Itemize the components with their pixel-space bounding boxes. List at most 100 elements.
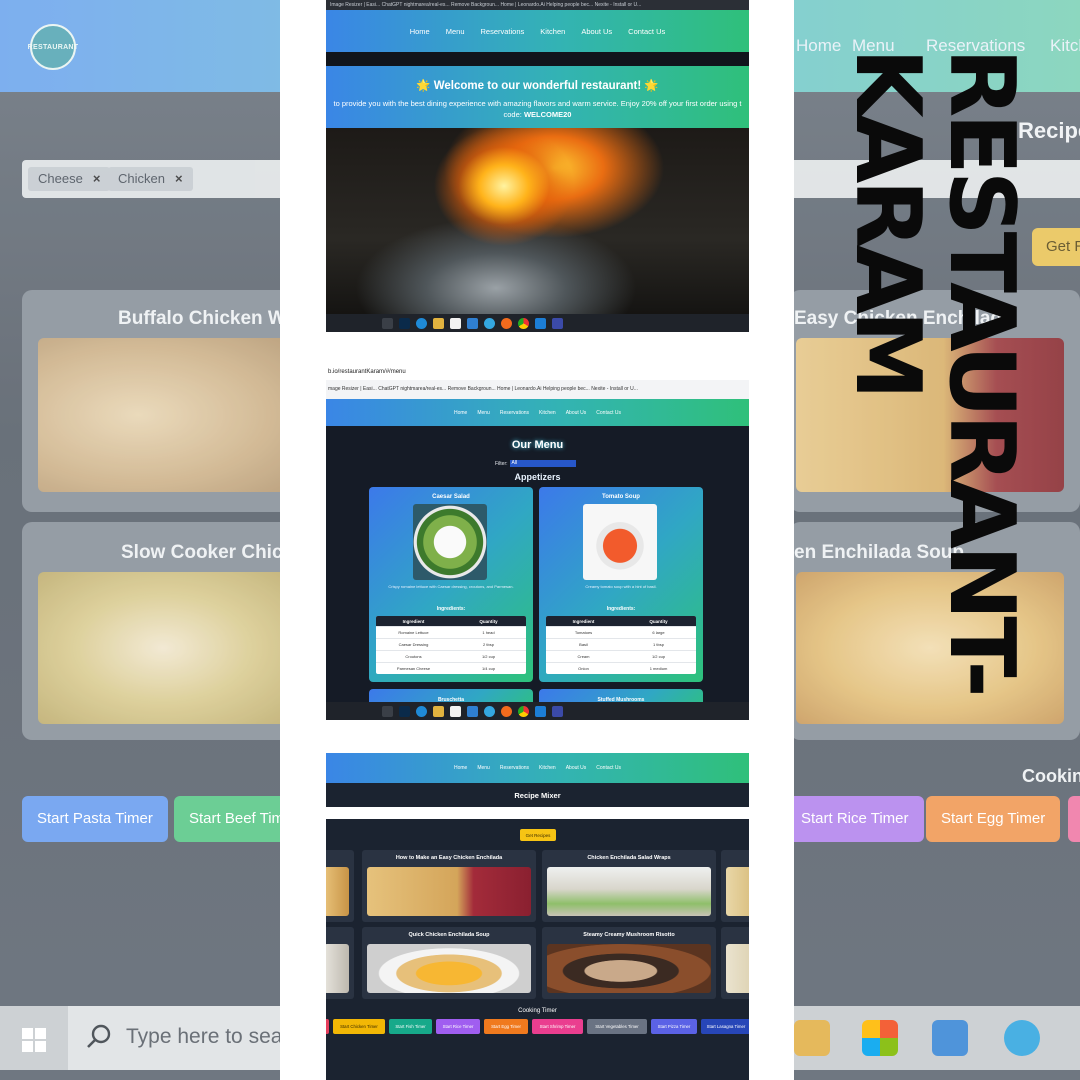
nav-about[interactable]: About Us	[581, 27, 612, 36]
screenshot-mixer-results: Get Recipes How to Make an Easy Chicken …	[326, 819, 749, 1080]
caesar-salad-image	[413, 504, 487, 580]
browser-bookmarks: Image Resizer | Easi... ChatGPT nightmar…	[326, 0, 749, 10]
table-row: Onion 1 medium	[546, 662, 696, 674]
tomato-soup-image	[583, 504, 657, 580]
nav-reservations[interactable]: Reservations	[481, 27, 525, 36]
chicken-timer-button[interactable]: Start Chicken Timer	[333, 1019, 385, 1034]
dish-name: Caesar Salad	[432, 494, 470, 500]
vegetables-timer-button[interactable]: Start Vegetables Timer	[587, 1019, 647, 1034]
lasagna-timer-button[interactable]: Start Lasagna Timer	[701, 1019, 749, 1034]
firefox-icon	[501, 317, 512, 329]
dish-description: Creamy tomato soup with a hint of basil.	[585, 584, 657, 589]
nav-reservations[interactable]: Reservations	[500, 410, 529, 416]
nav-home[interactable]: Home	[410, 27, 430, 36]
screenshot-menu: b.io/restaurantKaram/#/menu mage Resizer…	[326, 366, 749, 720]
dish-description: Crispy romaine lettuce with Caesar dress…	[388, 584, 514, 589]
recipe-card[interactable]: Steamy Creamy Mushroom Risotto	[542, 927, 716, 999]
recipe-title: Chicken Enchilada Salad Wraps	[587, 855, 671, 861]
mail-icon	[467, 705, 478, 717]
nav-kitchen[interactable]: Kitchen	[539, 765, 556, 771]
recipe-image	[547, 944, 711, 993]
nav-about[interactable]: About Us	[566, 765, 587, 771]
telegram-icon	[484, 705, 495, 717]
nav-contact[interactable]: Contact Us	[596, 765, 621, 771]
table-row: Romaine Lettuce 1 head	[376, 626, 526, 638]
nav-reservations[interactable]: Reservations	[500, 765, 529, 771]
pizza-timer-button[interactable]: Start Pizza Timer	[651, 1019, 697, 1034]
store-icon	[450, 317, 461, 329]
nav-kitchen[interactable]: Kitchen	[540, 27, 565, 36]
rice-timer-button[interactable]: Start Rice Timer	[436, 1019, 480, 1034]
taskbar	[326, 702, 749, 720]
taskbar	[326, 314, 749, 332]
nav-home[interactable]: Home	[454, 765, 467, 771]
chrome-icon	[518, 317, 529, 329]
table-row: Croutons 1/2 cup	[376, 650, 526, 662]
app-icon	[552, 317, 563, 329]
edge-icon	[416, 317, 427, 329]
photoshop-icon	[399, 317, 410, 329]
welcome-title: 🌟 Welcome to our wonderful restaurant! 🌟	[416, 80, 659, 92]
table-row: Parmesan Cheese 1/4 cup	[376, 662, 526, 674]
chrome-icon	[518, 705, 529, 717]
screenshot-home: Image Resizer | Easi... ChatGPT nightmar…	[326, 0, 749, 332]
filter-select[interactable]: All	[509, 460, 576, 467]
photoshop-icon	[399, 705, 410, 717]
menu-card-caesar-salad: Caesar Salad Crispy romaine lettuce with…	[369, 487, 533, 682]
task-view-icon	[382, 317, 393, 329]
recipe-card-edge-right: Ba	[721, 850, 749, 922]
promo-code: WELCOME20	[523, 110, 572, 119]
hero-fire-image	[326, 128, 749, 314]
nav-contact[interactable]: Contact Us	[596, 410, 621, 416]
task-view-icon	[382, 705, 393, 717]
app-icon	[552, 705, 563, 717]
page-title: Our Menu	[511, 439, 564, 451]
mixer-navbar: Home Menu Reservations Kitchen About Us …	[326, 753, 749, 783]
ingredients-table: Ingredient Quantity Tomatoes 6 large Basil…	[546, 616, 696, 674]
ingredients-label: Ingredients:	[606, 606, 636, 612]
recipe-title: How to Make an Easy Chicken Enchilada	[395, 855, 503, 861]
shrimp-timer-button[interactable]: Start Shrimp Timer	[532, 1019, 583, 1034]
recipe-card[interactable]: Chicken Enchilada Salad Wraps	[542, 850, 716, 922]
nav-kitchen[interactable]: Kitchen	[539, 410, 556, 416]
nav-about[interactable]: About Us	[566, 410, 587, 416]
vscode-icon	[535, 705, 546, 717]
folder-icon	[433, 705, 444, 717]
telegram-icon	[484, 317, 495, 329]
recipe-card[interactable]: Quick Chicken Enchilada Soup	[362, 927, 536, 999]
table-row: Caesar Dressing 2 tbsp	[376, 638, 526, 650]
egg-timer-button[interactable]: Start Egg Timer	[484, 1019, 528, 1034]
fish-timer-button[interactable]: Start Fish Timer	[389, 1019, 432, 1034]
address-bar[interactable]: b.io/restaurantKaram/#/menu	[326, 366, 749, 380]
section-title: Appetizers	[514, 472, 561, 482]
recipe-card-edge-left	[326, 927, 354, 999]
recipe-image	[367, 867, 531, 916]
table-row: Cream 1/2 cup	[546, 650, 696, 662]
folder-icon	[433, 317, 444, 329]
timer-button-partial[interactable]	[326, 1019, 329, 1034]
table-row: Tomatoes 6 large	[546, 626, 696, 638]
get-recipes-button[interactable]: Get Recipes	[520, 829, 556, 841]
cooking-timer-title: Cooking Timer	[518, 1008, 557, 1014]
page-title: Recipe Mixer	[514, 791, 561, 800]
store-icon	[450, 705, 461, 717]
recipe-title: Quick Chicken Enchilada Soup	[408, 932, 490, 938]
mail-icon	[467, 317, 478, 329]
nav-home[interactable]: Home	[454, 410, 467, 416]
recipe-card[interactable]: How to Make an Easy Chicken Enchilada	[362, 850, 536, 922]
nav-menu[interactable]: Menu	[477, 410, 490, 416]
edge-icon	[416, 705, 427, 717]
dish-name: Tomato Soup	[602, 494, 640, 500]
recipe-title: Steamy Creamy Mushroom Risotto	[583, 932, 675, 938]
firefox-icon	[501, 705, 512, 717]
recipe-image	[547, 867, 711, 916]
welcome-text: to provide you with the best dining expe…	[333, 99, 742, 119]
nav-menu[interactable]: Menu	[477, 765, 490, 771]
welcome-banner: 🌟 Welcome to our wonderful restaurant! 🌟…	[326, 66, 749, 128]
menu-navbar: Home Menu Reservations Kitchen About Us …	[326, 399, 749, 426]
nav-menu[interactable]: Menu	[446, 27, 465, 36]
menu-filter: Filter: All	[495, 460, 576, 467]
menu-card-tomato-soup: Tomato Soup Creamy tomato soup with a hi…	[539, 487, 703, 682]
recipe-card-edge-left	[326, 850, 354, 922]
nav-contact[interactable]: Contact Us	[628, 27, 665, 36]
